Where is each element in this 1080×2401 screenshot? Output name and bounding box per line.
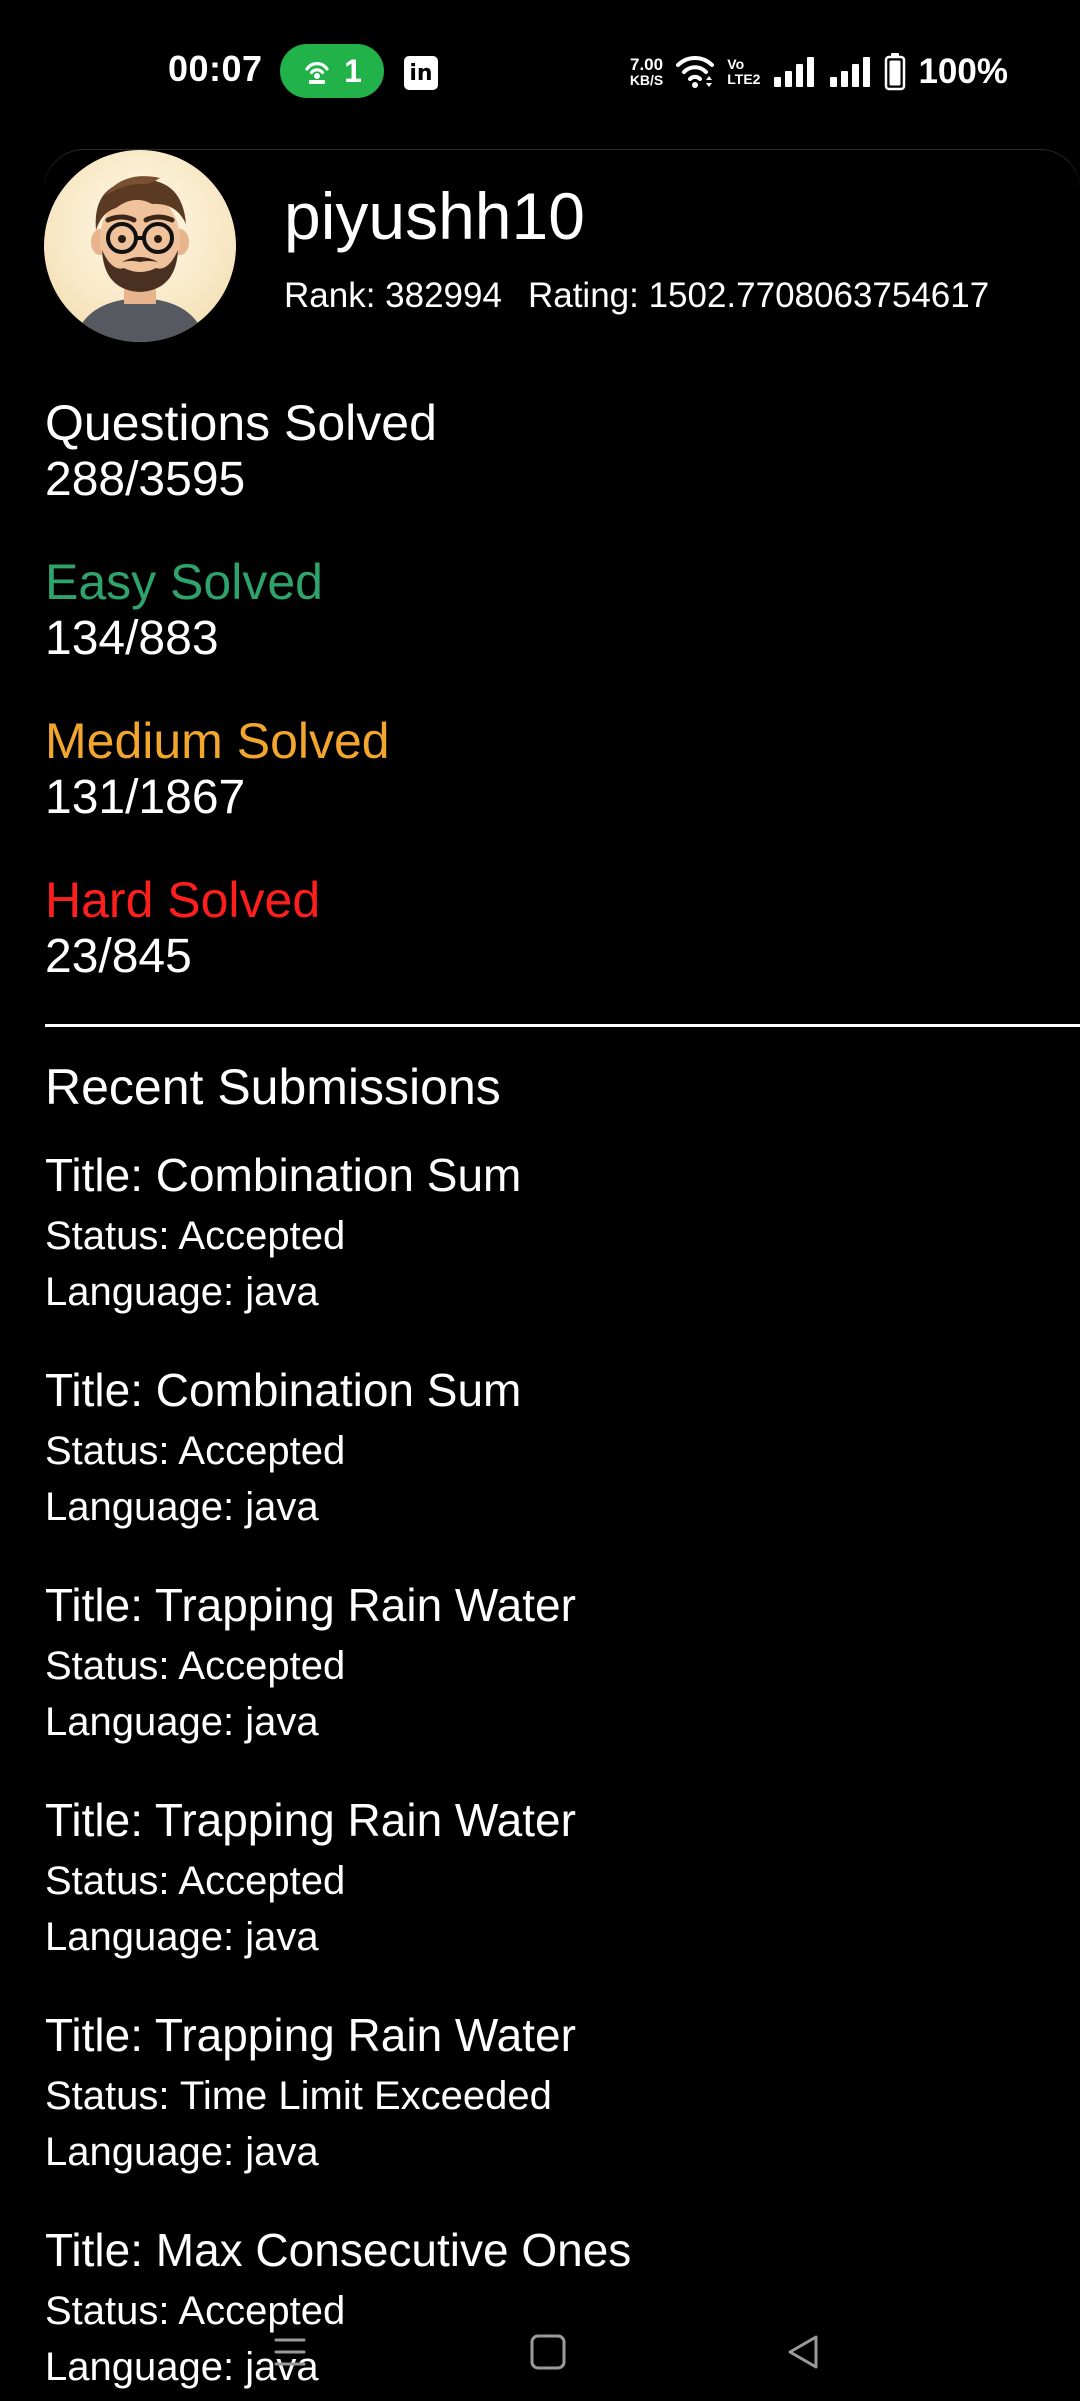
status-icons: 7.00 KB/S Vo LTE2 100% xyxy=(630,50,1008,94)
recents-icon xyxy=(274,2338,306,2366)
status-time: 00:07 xyxy=(168,48,263,89)
submission-title: Title: Combination Sum xyxy=(45,1364,522,1416)
submission-item[interactable]: Title: Combination Sum Status: Accepted … xyxy=(45,1363,521,1541)
profile-card: piyushh10 Rank: 382994 Rating: 1502.77080… xyxy=(44,150,1080,350)
network-speed-value: 7.00 xyxy=(629,55,664,74)
submission-item[interactable]: Title: Combination Sum Status: Accepted … xyxy=(45,1148,521,1326)
submission-language: Language: java xyxy=(45,2130,319,2174)
profile-rank: Rank: 382994 xyxy=(284,276,502,315)
network-speed-unit: KB/S xyxy=(629,72,664,88)
section-divider xyxy=(45,1024,1080,1027)
submission-language: Language: java xyxy=(45,1700,319,1744)
signal-icon xyxy=(774,57,815,87)
volte-bottom: LTE2 xyxy=(727,71,761,87)
submission-item[interactable]: Title: Trapping Rain Water Status: Time … xyxy=(45,2008,576,2186)
profile-username: piyushh10 xyxy=(284,179,585,253)
recent-submissions-heading: Recent Submissions xyxy=(45,1059,501,1115)
hotspot-icon xyxy=(305,62,329,84)
questions-solved-label: Questions Solved xyxy=(45,395,437,451)
submission-status: Status: Accepted xyxy=(45,1214,346,1258)
status-bar: 00:07 1 in 7.00 KB/S Vo LTE2 100% xyxy=(0,0,1080,140)
submission-title: Title: Combination Sum xyxy=(45,1149,522,1201)
submission-item[interactable]: Title: Trapping Rain Water Status: Accep… xyxy=(45,1578,576,1756)
back-button[interactable] xyxy=(782,2330,826,2374)
submission-language: Language: java xyxy=(45,1270,319,1314)
easy-solved-label: Easy Solved xyxy=(45,554,323,610)
home-button[interactable] xyxy=(526,2330,570,2374)
navigation-bar xyxy=(0,2300,1080,2400)
hard-solved-value: 23/845 xyxy=(45,930,192,983)
easy-solved-value: 134/883 xyxy=(45,612,219,665)
submission-status: Status: Accepted xyxy=(45,1859,346,1903)
hotspot-indicator[interactable]: 1 xyxy=(280,44,384,98)
medium-solved-value: 131/1867 xyxy=(45,771,246,824)
home-icon xyxy=(530,2334,566,2370)
medium-solved-section: Medium Solved 131/1867 xyxy=(45,712,390,825)
avatar-illustration-icon xyxy=(74,176,206,342)
battery-percentage: 100% xyxy=(918,52,1008,91)
avatar xyxy=(44,150,236,342)
network-speed: 7.00 KB/S xyxy=(630,56,663,88)
battery-icon xyxy=(885,53,906,91)
submission-title: Title: Trapping Rain Water xyxy=(45,2009,576,2061)
signal-icon xyxy=(830,57,871,87)
questions-solved-section: Questions Solved 288/3595 xyxy=(45,394,437,507)
submission-status: Status: Accepted xyxy=(45,1644,346,1688)
linkedin-label: in xyxy=(409,60,433,86)
volte-icon: Vo LTE2 xyxy=(727,57,760,87)
volte-top: Vo xyxy=(727,56,745,72)
profile-rating: Rating: 1502.7708063754617 xyxy=(527,276,990,315)
submission-title: Title: Trapping Rain Water xyxy=(45,1579,576,1631)
submission-language: Language: java xyxy=(45,1915,319,1959)
submission-language: Language: java xyxy=(45,1485,319,1529)
wifi-icon xyxy=(676,55,715,88)
medium-solved-label: Medium Solved xyxy=(45,713,390,769)
questions-solved-value: 288/3595 xyxy=(45,453,246,506)
submission-status: Status: Accepted xyxy=(45,1429,346,1473)
submission-status: Status: Time Limit Exceeded xyxy=(45,2074,552,2118)
hard-solved-label: Hard Solved xyxy=(45,872,321,928)
submission-title: Title: Trapping Rain Water xyxy=(45,1794,576,1846)
back-icon xyxy=(788,2335,818,2369)
easy-solved-section: Easy Solved 134/883 xyxy=(45,553,323,666)
hotspot-count: 1 xyxy=(344,52,362,89)
hard-solved-section: Hard Solved 23/845 xyxy=(45,871,320,984)
submission-title: Title: Max Consecutive Ones xyxy=(45,2224,632,2276)
submission-item[interactable]: Title: Trapping Rain Water Status: Accep… xyxy=(45,1793,576,1971)
recents-button[interactable] xyxy=(268,2330,312,2374)
linkedin-icon: in xyxy=(404,56,438,90)
rank-rating-line: Rank: 382994 Rating: 1502.7708063754617 xyxy=(284,276,989,316)
